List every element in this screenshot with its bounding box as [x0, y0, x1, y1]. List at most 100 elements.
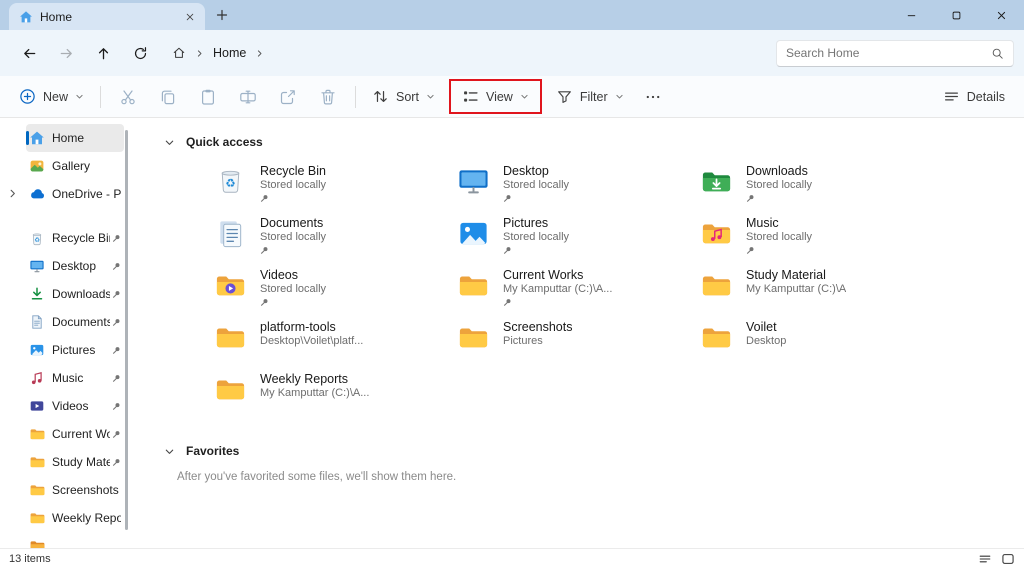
- quick-access-item-voilet[interactable]: VoiletDesktop: [700, 319, 943, 371]
- sidebar-item-desktop[interactable]: Desktop: [26, 252, 124, 280]
- quick-access-item-documents[interactable]: DocumentsStored locally: [214, 215, 457, 267]
- pin-icon: [503, 298, 512, 307]
- filter-button[interactable]: Filter: [547, 82, 633, 111]
- tab-close-icon[interactable]: [182, 9, 198, 25]
- item-text: Recycle BinStored locally: [260, 164, 326, 215]
- quick-access-section-header[interactable]: Quick access: [164, 132, 1024, 152]
- item-name: Music: [746, 216, 812, 231]
- search-placeholder: Search Home: [786, 46, 983, 60]
- documents-icon: [29, 314, 45, 330]
- sort-icon: [372, 88, 389, 105]
- sidebar-item-current-work[interactable]: Current Work: [26, 420, 124, 448]
- sidebar-scrollbar[interactable]: [125, 130, 128, 530]
- home-breadcrumb-icon[interactable]: [172, 46, 186, 60]
- pin-icon: [746, 194, 755, 203]
- up-button[interactable]: [88, 38, 118, 68]
- sidebar-item-music[interactable]: Music: [26, 364, 124, 392]
- section-title: Favorites: [186, 444, 239, 458]
- quick-access-item-videos[interactable]: VideosStored locally: [214, 267, 457, 319]
- view-icon: [462, 88, 479, 105]
- rename-button[interactable]: [228, 80, 268, 114]
- new-button-label: New: [43, 90, 68, 104]
- pin-icon: [746, 246, 755, 255]
- navigation-sidebar: Home Gallery OneDrive - Pers ♻Recycle BinDe…: [0, 118, 130, 548]
- quick-access-item-platform-tools[interactable]: platform-toolsDesktop\Voilet\platf...: [214, 319, 457, 371]
- sidebar-item-onedrive-pers[interactable]: OneDrive - Pers: [26, 180, 124, 208]
- details-view-icon[interactable]: [978, 552, 992, 566]
- icons-view-icon[interactable]: [1001, 552, 1015, 566]
- videos-icon: [214, 269, 247, 302]
- section-title: Quick access: [186, 135, 263, 149]
- item-text: MusicStored locally: [746, 216, 812, 267]
- view-button[interactable]: View: [453, 82, 538, 111]
- quick-access-item-screenshots[interactable]: ScreenshotsPictures: [457, 319, 700, 371]
- breadcrumb: Home: [172, 46, 264, 60]
- item-text: DownloadsStored locally: [746, 164, 812, 215]
- sidebar-item-home[interactable]: Home: [26, 124, 124, 152]
- sidebar-item-label: Home: [52, 131, 121, 145]
- home-icon: [19, 10, 33, 24]
- sidebar-item-videos[interactable]: Videos: [26, 392, 124, 420]
- filter-button-label: Filter: [580, 90, 608, 104]
- back-button[interactable]: [14, 38, 44, 68]
- refresh-button[interactable]: [125, 38, 155, 68]
- sort-button[interactable]: Sort: [363, 82, 444, 111]
- new-tab-button[interactable]: [215, 8, 229, 22]
- chevron-right-icon[interactable]: [7, 188, 18, 199]
- toolbar-divider: [355, 86, 356, 108]
- cut-button[interactable]: [108, 80, 148, 114]
- sidebar-item-weekly-reports[interactable]: Weekly Reports: [26, 504, 124, 532]
- paste-button[interactable]: [188, 80, 228, 114]
- quick-access-grid: ♻Recycle BinStored locallyDesktopStored …: [214, 163, 1024, 423]
- item-detail: Stored locally: [746, 179, 812, 192]
- sidebar-item-gallery[interactable]: Gallery: [26, 152, 124, 180]
- details-pane-button[interactable]: Details: [934, 82, 1014, 111]
- pin-icon: [112, 290, 121, 299]
- item-name: Videos: [260, 268, 326, 283]
- recycle-bin-icon: ♻: [29, 230, 45, 246]
- quick-access-item-current-works[interactable]: Current WorksMy Kamputtar (C:)\A...: [457, 267, 700, 319]
- sidebar-item-pictures[interactable]: Pictures: [26, 336, 124, 364]
- sidebar-item-downloads[interactable]: Downloads: [26, 280, 124, 308]
- favorites-section-header[interactable]: Favorites: [164, 441, 1024, 461]
- maximize-button[interactable]: [934, 0, 979, 30]
- pin-icon: [112, 430, 121, 439]
- quick-access-item-desktop[interactable]: DesktopStored locally: [457, 163, 700, 215]
- forward-button[interactable]: [51, 38, 81, 68]
- sidebar-item-label: Gallery: [52, 159, 121, 173]
- sidebar-item-folder[interactable]: [26, 532, 124, 548]
- quick-access-item-pictures[interactable]: PicturesStored locally: [457, 215, 700, 267]
- new-button[interactable]: New: [10, 82, 93, 111]
- pin-icon: [112, 262, 121, 271]
- item-name: Voilet: [746, 320, 786, 335]
- quick-access-item-study-material[interactable]: Study MaterialMy Kamputtar (C:)\A: [700, 267, 943, 319]
- folder-icon: [457, 321, 490, 354]
- search-box[interactable]: Search Home: [776, 40, 1014, 67]
- quick-access-item-downloads[interactable]: DownloadsStored locally: [700, 163, 943, 215]
- explorer-tab[interactable]: Home: [9, 3, 205, 30]
- copy-button[interactable]: [148, 80, 188, 114]
- quick-access-item-weekly-reports[interactable]: Weekly ReportsMy Kamputtar (C:)\A...: [214, 371, 457, 423]
- sidebar-item-documents[interactable]: Documents: [26, 308, 124, 336]
- more-options-button[interactable]: [633, 80, 673, 114]
- sidebar-item-recycle-bin[interactable]: ♻Recycle Bin: [26, 224, 124, 252]
- delete-button[interactable]: [308, 80, 348, 114]
- item-detail: Stored locally: [503, 179, 569, 192]
- pin-icon: [260, 194, 269, 203]
- quick-access-item-music[interactable]: MusicStored locally: [700, 215, 943, 267]
- sidebar-item-study-materi[interactable]: Study Materi: [26, 448, 124, 476]
- item-text: Weekly ReportsMy Kamputtar (C:)\A...: [260, 372, 369, 423]
- sidebar-item-label: Downloads: [52, 287, 110, 301]
- item-text: PicturesStored locally: [503, 216, 569, 267]
- breadcrumb-home[interactable]: Home: [213, 46, 246, 60]
- minimize-button[interactable]: [889, 0, 934, 30]
- window-controls: [889, 0, 1024, 30]
- folder-icon: [29, 426, 45, 442]
- quick-access-item-recycle-bin[interactable]: ♻Recycle BinStored locally: [214, 163, 457, 215]
- details-button-label: Details: [967, 90, 1005, 104]
- sidebar-item-screenshots[interactable]: Screenshots: [26, 476, 124, 504]
- close-button[interactable]: [979, 0, 1024, 30]
- chevron-right-icon: [195, 49, 204, 58]
- selection-indicator: [26, 131, 29, 145]
- share-button[interactable]: [268, 80, 308, 114]
